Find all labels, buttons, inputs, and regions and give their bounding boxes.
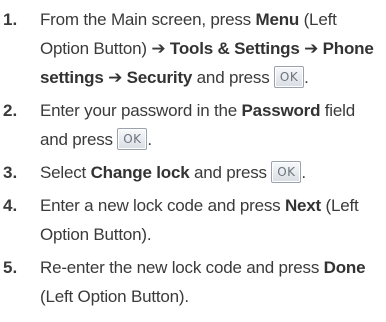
- step-text: Select Change lock and press OK.: [40, 158, 386, 187]
- step-number: 1.: [3, 10, 18, 29]
- step-text: From the Main screen, press Menu (Left O…: [40, 10, 374, 88]
- softkey-term: Next: [284, 196, 322, 215]
- softkey-term: Done: [323, 258, 366, 277]
- instruction-steps: 1. From the Main screen, press Menu (Lef…: [0, 0, 386, 311]
- step-number: 5.: [3, 258, 18, 277]
- step-number: 3.: [3, 163, 18, 182]
- menu-term: Menu: [255, 10, 300, 29]
- ok-key-icon: OK: [117, 127, 148, 150]
- step-text: Re-enter the new lock code and press Don…: [40, 258, 366, 306]
- step-3: 3. Select Change lock and press OK.: [0, 158, 386, 187]
- step-1: 1. From the Main screen, press Menu (Lef…: [0, 5, 386, 92]
- step-4: 4. Enter a new lock code and press Next …: [0, 191, 386, 249]
- step-text: Enter your password in the Password fiel…: [40, 101, 355, 150]
- step-number: 2.: [3, 101, 18, 120]
- step-number: 4.: [3, 196, 18, 215]
- field-term: Password: [241, 101, 321, 120]
- step-2: 2. Enter your password in the Password f…: [0, 96, 386, 154]
- step-5: 5. Re-enter the new lock code and press …: [0, 253, 386, 311]
- ok-key-icon: OK: [271, 160, 302, 183]
- option-term: Change lock: [90, 163, 190, 182]
- step-text: Enter a new lock code and press Next (Le…: [40, 196, 359, 244]
- ok-key-icon: OK: [274, 65, 305, 88]
